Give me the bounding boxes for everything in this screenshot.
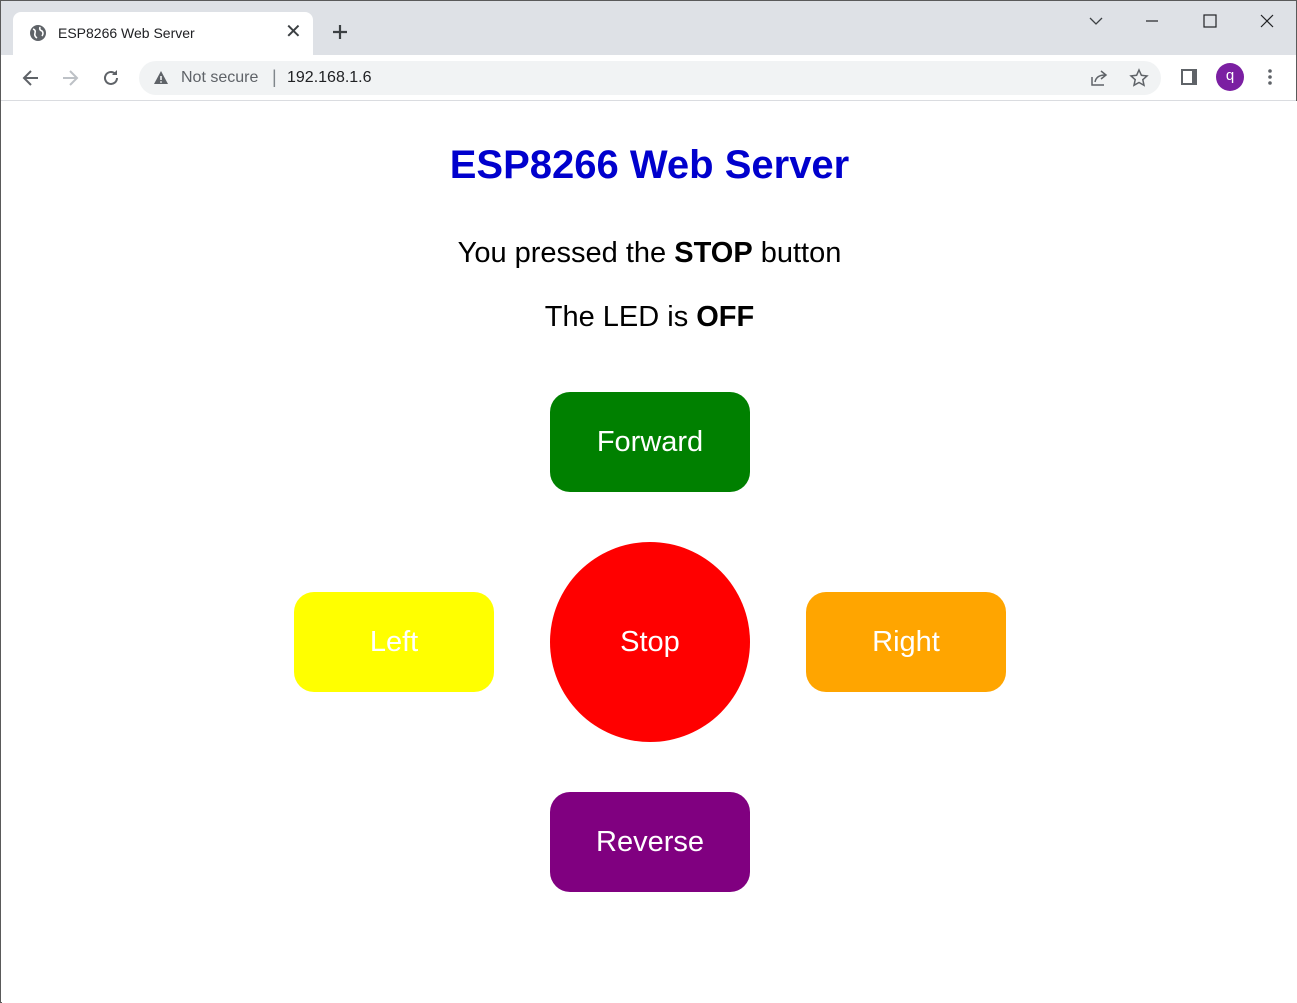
reverse-button[interactable]: Reverse (550, 792, 750, 892)
browser-tab[interactable]: ESP8266 Web Server ✕ (13, 12, 313, 55)
led-status: The LED is OFF (2, 301, 1297, 334)
pressed-prefix: You pressed the (457, 237, 675, 269)
pressed-button-value: STOP (674, 237, 753, 269)
close-tab-icon[interactable]: ✕ (285, 22, 302, 42)
reload-icon[interactable] (100, 67, 122, 89)
led-state-value: OFF (696, 301, 755, 333)
address-bar[interactable]: Not secure | 192.168.1.6 (139, 61, 1161, 95)
back-icon[interactable] (20, 67, 42, 89)
new-tab-icon[interactable] (328, 20, 352, 44)
separator: | (272, 67, 277, 87)
side-panel-icon[interactable] (1180, 68, 1198, 86)
forward-button[interactable]: Forward (550, 392, 750, 492)
security-label[interactable]: Not secure (181, 69, 258, 87)
tab-title: ESP8266 Web Server (58, 25, 195, 41)
browser-window: ESP8266 Web Server ✕ Not secure | 192.16… (0, 0, 1297, 1003)
bookmark-star-icon[interactable] (1129, 68, 1149, 88)
close-window-icon[interactable] (1257, 11, 1277, 31)
browser-toolbar: Not secure | 192.168.1.6 q (1, 55, 1296, 101)
left-button[interactable]: Left (294, 592, 494, 692)
url-text[interactable]: 192.168.1.6 (287, 69, 372, 87)
maximize-icon[interactable] (1200, 11, 1220, 31)
minimize-icon[interactable] (1142, 11, 1162, 31)
warning-icon[interactable] (153, 70, 169, 86)
title-bar: ESP8266 Web Server ✕ (1, 1, 1296, 55)
profile-avatar[interactable]: q (1216, 63, 1244, 91)
tab-search-icon[interactable] (1086, 11, 1106, 31)
globe-icon (30, 25, 46, 41)
page-title: ESP8266 Web Server (449, 143, 850, 187)
stop-button[interactable]: Stop (550, 542, 750, 742)
pressed-status: You pressed the STOP button (2, 237, 1297, 270)
more-menu-icon[interactable] (1260, 67, 1280, 87)
pressed-suffix: button (752, 237, 842, 269)
forward-icon[interactable] (59, 67, 81, 89)
share-icon[interactable] (1089, 68, 1109, 88)
right-button[interactable]: Right (806, 592, 1006, 692)
led-prefix: The LED is (544, 301, 697, 333)
page-content: ESP8266 Web Server You pressed the STOP … (2, 101, 1297, 1003)
